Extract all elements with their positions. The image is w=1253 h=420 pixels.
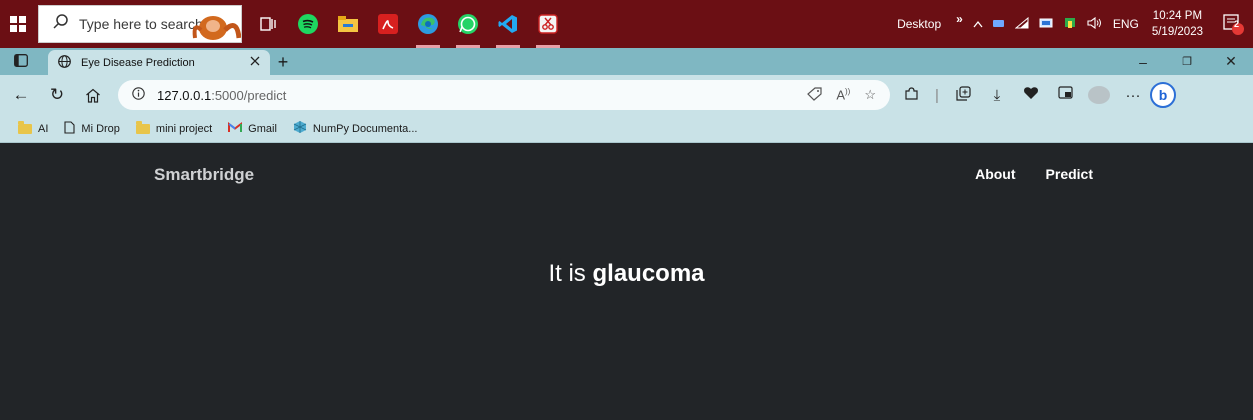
bookmark-label: Mi Drop <box>81 122 120 135</box>
numpy-cube-icon <box>293 120 307 137</box>
taskbar-search-box[interactable]: Type here to search <box>38 5 242 43</box>
notification-center-icon[interactable]: 2 <box>1213 0 1253 48</box>
tab-eye-disease-prediction[interactable]: Eye Disease Prediction <box>48 50 270 75</box>
search-icon <box>53 13 69 35</box>
refresh-icon[interactable]: ↻ <box>42 80 72 110</box>
clock-date: 5/19/2023 <box>1151 26 1203 38</box>
globe-icon <box>58 54 71 71</box>
read-aloud-icon[interactable]: A)) <box>836 87 850 104</box>
tab-actions-menu-icon[interactable] <box>14 54 28 72</box>
bookmark-numpy-docs[interactable]: NumPy Documenta... <box>293 120 418 137</box>
tab-title: Eye Disease Prediction <box>81 56 195 69</box>
restore-icon[interactable]: ❐ <box>1165 55 1209 68</box>
nav-predict-link[interactable]: Predict <box>1046 166 1093 182</box>
bookmark-ai[interactable]: AI <box>18 120 49 135</box>
bookmarks-bar: AI Mi Drop mini project Gmail NumPy Docu… <box>0 115 1253 143</box>
bookmark-label: NumPy Documenta... <box>312 122 418 135</box>
window-controls: – ❐ ✕ <box>1121 48 1253 75</box>
bookmark-gmail[interactable]: Gmail <box>228 121 277 136</box>
browser-essentials-heart-icon[interactable] <box>1020 86 1042 104</box>
bing-copilot-icon[interactable]: b <box>1150 82 1176 108</box>
site-brand[interactable]: Smartbridge <box>154 165 254 185</box>
bookmark-label: AI <box>38 122 49 135</box>
taskbar: Type here to search Desktop » ENG 10:24 … <box>0 0 1253 48</box>
clock-time: 10:24 PM <box>1152 10 1203 22</box>
wifi-icon[interactable] <box>1014 16 1029 32</box>
tray-overflow-chevron-icon[interactable]: » <box>956 12 963 26</box>
vscode-icon[interactable] <box>488 0 528 48</box>
url-host: 127.0.0.1 <box>157 87 212 103</box>
tray-desktop-label[interactable]: Desktop <box>897 17 941 31</box>
favorites-collections-icon[interactable] <box>952 85 974 105</box>
result-value: glaucoma <box>592 260 705 287</box>
bookmark-mi-drop[interactable]: Mi Drop <box>64 120 120 137</box>
address-bar[interactable]: 127.0.0.1:5000/predict A)) ☆ <box>118 80 890 110</box>
new-tab-plus-icon[interactable]: + <box>270 50 296 75</box>
gmail-icon <box>228 121 243 136</box>
volume-icon[interactable] <box>1087 16 1103 32</box>
bookmark-label: mini project <box>155 122 213 135</box>
split-screen-icon[interactable] <box>1054 86 1076 104</box>
defender-shield-icon[interactable] <box>1063 17 1077 32</box>
prediction-result: It is glaucoma <box>0 260 1253 288</box>
system-tray: Desktop » ENG 10:24 PM 5/19/2023 2 <box>897 0 1253 48</box>
browser-tab-strip: Eye Disease Prediction + – ❐ ✕ <box>0 48 1253 75</box>
url-path: :5000/predict <box>211 87 287 103</box>
site-info-icon[interactable] <box>132 87 145 103</box>
file-explorer-icon[interactable] <box>328 0 368 48</box>
windows-start-icon[interactable] <box>0 0 36 48</box>
battery-icon[interactable] <box>992 17 1005 31</box>
folder-icon <box>18 120 32 134</box>
profile-avatar[interactable] <box>1088 86 1110 104</box>
home-icon[interactable] <box>78 80 108 110</box>
search-placeholder: Type here to search <box>79 16 203 32</box>
page-content: Smartbridge About Predict It is glaucoma <box>0 143 1253 420</box>
add-favorite-star-icon[interactable]: ☆ <box>864 87 876 104</box>
bookmark-mini-project[interactable]: mini project <box>135 120 213 135</box>
nav-about-link[interactable]: About <box>975 166 1015 182</box>
close-tab-icon[interactable] <box>250 56 260 69</box>
browser-tools: | ⤓ ··· <box>900 85 1144 105</box>
back-arrow-icon[interactable]: ← <box>6 80 36 110</box>
settings-more-icon[interactable]: ··· <box>1122 87 1144 104</box>
extensions-puzzle-icon[interactable] <box>900 86 922 105</box>
site-nav: About Predict <box>975 166 1093 182</box>
minimize-icon[interactable]: – <box>1121 54 1165 70</box>
show-hidden-icons-icon[interactable] <box>973 17 983 31</box>
coupon-tag-icon[interactable] <box>806 86 822 104</box>
spotify-icon[interactable] <box>288 0 328 48</box>
page-icon <box>64 120 75 137</box>
network-status-icon[interactable] <box>1039 17 1053 32</box>
edge-browser-icon[interactable] <box>408 0 448 48</box>
close-window-icon[interactable]: ✕ <box>1209 53 1253 70</box>
task-view-icon[interactable] <box>248 0 288 48</box>
bookmark-label: Gmail <box>248 122 277 135</box>
snipping-tool-icon[interactable] <box>528 0 568 48</box>
toolbar-divider: | <box>935 86 939 104</box>
downloads-icon[interactable]: ⤓ <box>986 87 1008 104</box>
folder-icon <box>135 120 150 134</box>
whatsapp-icon[interactable] <box>448 0 488 48</box>
orangutan-illustration-icon <box>191 8 242 42</box>
notification-count-badge: 2 <box>1234 19 1240 29</box>
result-prefix: It is <box>548 260 586 287</box>
acrobat-reader-icon[interactable] <box>368 0 408 48</box>
browser-toolbar: ← ↻ 127.0.0.1:5000/predict A)) ☆ | ⤓ ··… <box>0 75 1253 115</box>
language-indicator[interactable]: ENG <box>1113 17 1139 31</box>
clock[interactable]: 10:24 PM 5/19/2023 <box>1152 8 1203 40</box>
